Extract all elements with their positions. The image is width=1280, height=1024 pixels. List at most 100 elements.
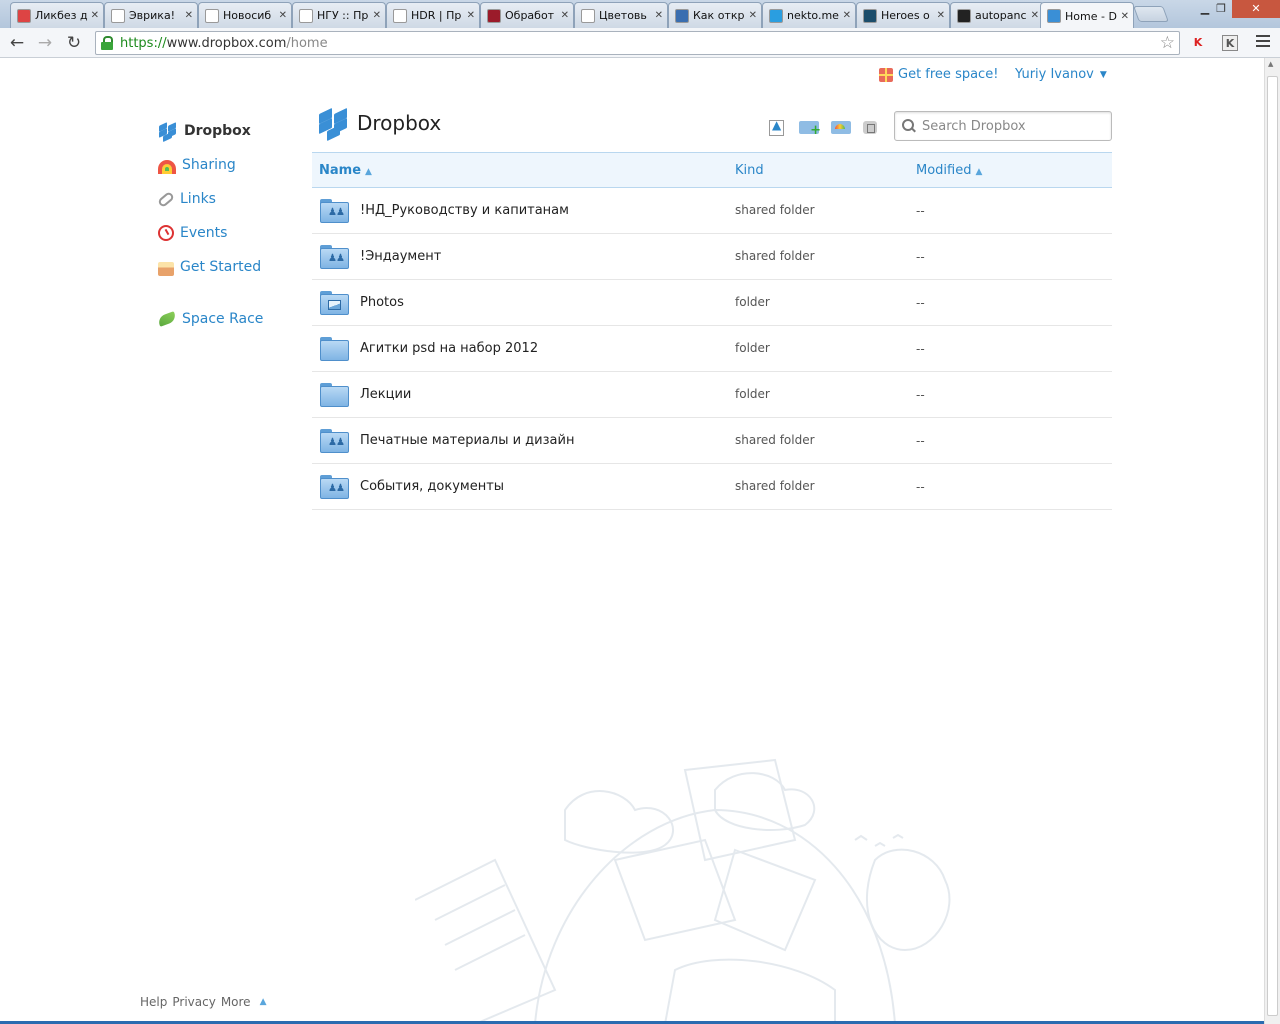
sidebar-item-space-race[interactable]: Space Race (156, 302, 298, 336)
browser-tab[interactable]: Heroes o ✕ (856, 2, 950, 28)
file-name-cell[interactable]: Photos (312, 290, 735, 316)
sidebar-item-dropbox[interactable]: Dropbox (158, 114, 298, 148)
close-tab-icon[interactable]: ✕ (279, 10, 287, 21)
lock-icon (100, 36, 114, 50)
file-name[interactable]: Агитки psd на набор 2012 (360, 341, 538, 356)
close-tab-icon[interactable]: ✕ (1031, 10, 1039, 21)
close-tab-icon[interactable]: ✕ (937, 10, 945, 21)
browser-tab[interactable]: НГУ :: Пр ✕ (292, 2, 386, 28)
file-name-cell[interactable]: ♟♟ События, документы (312, 474, 735, 500)
search-box[interactable] (894, 111, 1112, 141)
file-name-cell[interactable]: ♟♟ !Эндаумент (312, 244, 735, 270)
new-tab-button[interactable] (1133, 6, 1169, 22)
browser-tab[interactable]: Home - D ✕ (1040, 2, 1134, 29)
gmail-icon (17, 8, 31, 23)
user-menu[interactable]: Yuriy Ivanov ▼ (1015, 67, 1107, 82)
table-row[interactable]: ♟♟ !Эндаумент shared folder -- (312, 234, 1112, 280)
search-input[interactable] (922, 118, 1102, 134)
close-tab-icon[interactable]: ✕ (749, 10, 757, 21)
file-name-cell[interactable]: Агитки psd на набор 2012 (312, 336, 735, 362)
file-name[interactable]: Печатные материалы и дизайн (360, 433, 574, 448)
scrollbar-thumb[interactable] (1267, 76, 1278, 1016)
scroll-up-icon[interactable]: ▲ (1268, 60, 1273, 68)
browser-tab-label: HDR | Пр (411, 9, 462, 22)
browser-tab[interactable]: HDR | Пр ✕ (386, 2, 480, 28)
browser-tab-label: nekto.me (787, 9, 839, 22)
browser-tab[interactable]: Как откр ✕ (668, 2, 762, 28)
table-row[interactable]: Photos folder -- (312, 280, 1112, 326)
close-window-icon[interactable]: ✕ (1232, 0, 1280, 18)
show-deleted-icon[interactable] (863, 121, 877, 134)
column-name-header[interactable]: Name ▲ (312, 163, 735, 178)
column-kind-header[interactable]: Kind (735, 163, 916, 178)
table-row[interactable]: Лекции folder -- (312, 372, 1112, 418)
bookmark-star-icon[interactable]: ☆ (1160, 33, 1175, 53)
file-name-cell[interactable]: Лекции (312, 382, 735, 408)
search-icon (393, 8, 407, 23)
browser-toolbar: ← → ↻ https://www.dropbox.com/home ☆ K K (0, 28, 1280, 58)
browser-tab[interactable]: autopanc ✕ (950, 2, 1044, 28)
camera-icon (487, 8, 501, 23)
share-folder-icon[interactable] (831, 121, 851, 134)
new-folder-icon[interactable] (799, 121, 821, 138)
file-name[interactable]: Photos (360, 295, 404, 310)
file-name-cell[interactable]: ♟♟ !НД_Руководству и капитанам (312, 198, 735, 224)
gift-icon (879, 67, 893, 82)
browser-tab-label: НГУ :: Пр (317, 9, 369, 22)
restore-icon[interactable]: ❐ (1209, 0, 1233, 18)
reload-icon[interactable]: ↻ (63, 32, 85, 54)
footer-more-link[interactable]: More (221, 995, 251, 1009)
extension-k-icon[interactable]: K (1222, 35, 1238, 51)
get-free-space-link[interactable]: Get free space! (879, 67, 998, 82)
page-icon (205, 8, 219, 23)
people-glyph: ♟♟ (328, 206, 345, 218)
close-tab-icon[interactable]: ✕ (655, 10, 663, 21)
footer-privacy-link[interactable]: Privacy (172, 995, 215, 1009)
sidebar-item-events[interactable]: Events (158, 216, 298, 250)
close-tab-icon[interactable]: ✕ (843, 10, 851, 21)
file-actions-toolbar (767, 116, 889, 138)
close-tab-icon[interactable]: ✕ (185, 10, 193, 21)
browser-tab[interactable]: Ликбез д ✕ (10, 2, 104, 28)
close-tab-icon[interactable]: ✕ (91, 10, 99, 21)
page-scrollbar[interactable]: ▲ (1264, 58, 1280, 1024)
page-icon (111, 8, 125, 23)
sidebar-item-sharing[interactable]: Sharing (158, 148, 298, 182)
file-kind: shared folder (735, 433, 815, 447)
browser-tab[interactable]: Цветовь ✕ (574, 2, 668, 28)
menu-icon[interactable] (1256, 35, 1270, 47)
shared-folder-icon: ♟♟ (320, 244, 350, 270)
file-name-cell[interactable]: ♟♟ Печатные материалы и дизайн (312, 428, 735, 454)
close-tab-icon[interactable]: ✕ (373, 10, 381, 21)
upload-icon[interactable] (767, 116, 787, 136)
tpp-icon (675, 8, 689, 23)
back-icon[interactable]: ← (6, 32, 28, 54)
file-name[interactable]: События, документы (360, 479, 504, 494)
file-name[interactable]: !Эндаумент (360, 249, 441, 264)
sidebar-item-get-started[interactable]: Get Started (158, 250, 298, 284)
table-row[interactable]: ♟♟ !НД_Руководству и капитанам shared fold… (312, 188, 1112, 234)
table-row[interactable]: ♟♟ Печатные материалы и дизайн shared fold… (312, 418, 1112, 464)
close-tab-icon[interactable]: ✕ (561, 10, 569, 21)
table-row[interactable]: ♟♟ События, документы shared folder -- (312, 464, 1112, 510)
file-name[interactable]: !НД_Руководству и капитанам (360, 203, 569, 218)
browser-tab[interactable]: nekto.me ✕ (762, 2, 856, 28)
address-bar[interactable]: https://www.dropbox.com/home ☆ (95, 31, 1180, 55)
chevron-up-icon[interactable]: ▲ (260, 997, 267, 1009)
browser-tab[interactable]: Обработ ✕ (480, 2, 574, 28)
file-kind: folder (735, 341, 770, 355)
file-table: Name ▲ Kind Modified ▲ ♟♟ !НД_Руководству и… (312, 152, 1112, 510)
file-name[interactable]: Лекции (360, 387, 411, 402)
footer-help-link[interactable]: Help (140, 995, 167, 1009)
sidebar-item-links[interactable]: Links (156, 182, 298, 216)
forward-icon[interactable]: → (34, 32, 56, 54)
column-modified-header[interactable]: Modified ▲ (916, 163, 1112, 178)
close-tab-icon[interactable]: ✕ (467, 10, 475, 21)
close-tab-icon[interactable]: ✕ (1121, 11, 1129, 22)
cake-icon (158, 262, 174, 276)
browser-tab[interactable]: Эврика! ✕ (104, 2, 198, 28)
kaspersky-icon[interactable]: K (1190, 35, 1206, 51)
shared-folder-icon: ♟♟ (320, 428, 350, 454)
table-row[interactable]: Агитки psd на набор 2012 folder -- (312, 326, 1112, 372)
browser-tab[interactable]: Новосиб ✕ (198, 2, 292, 28)
